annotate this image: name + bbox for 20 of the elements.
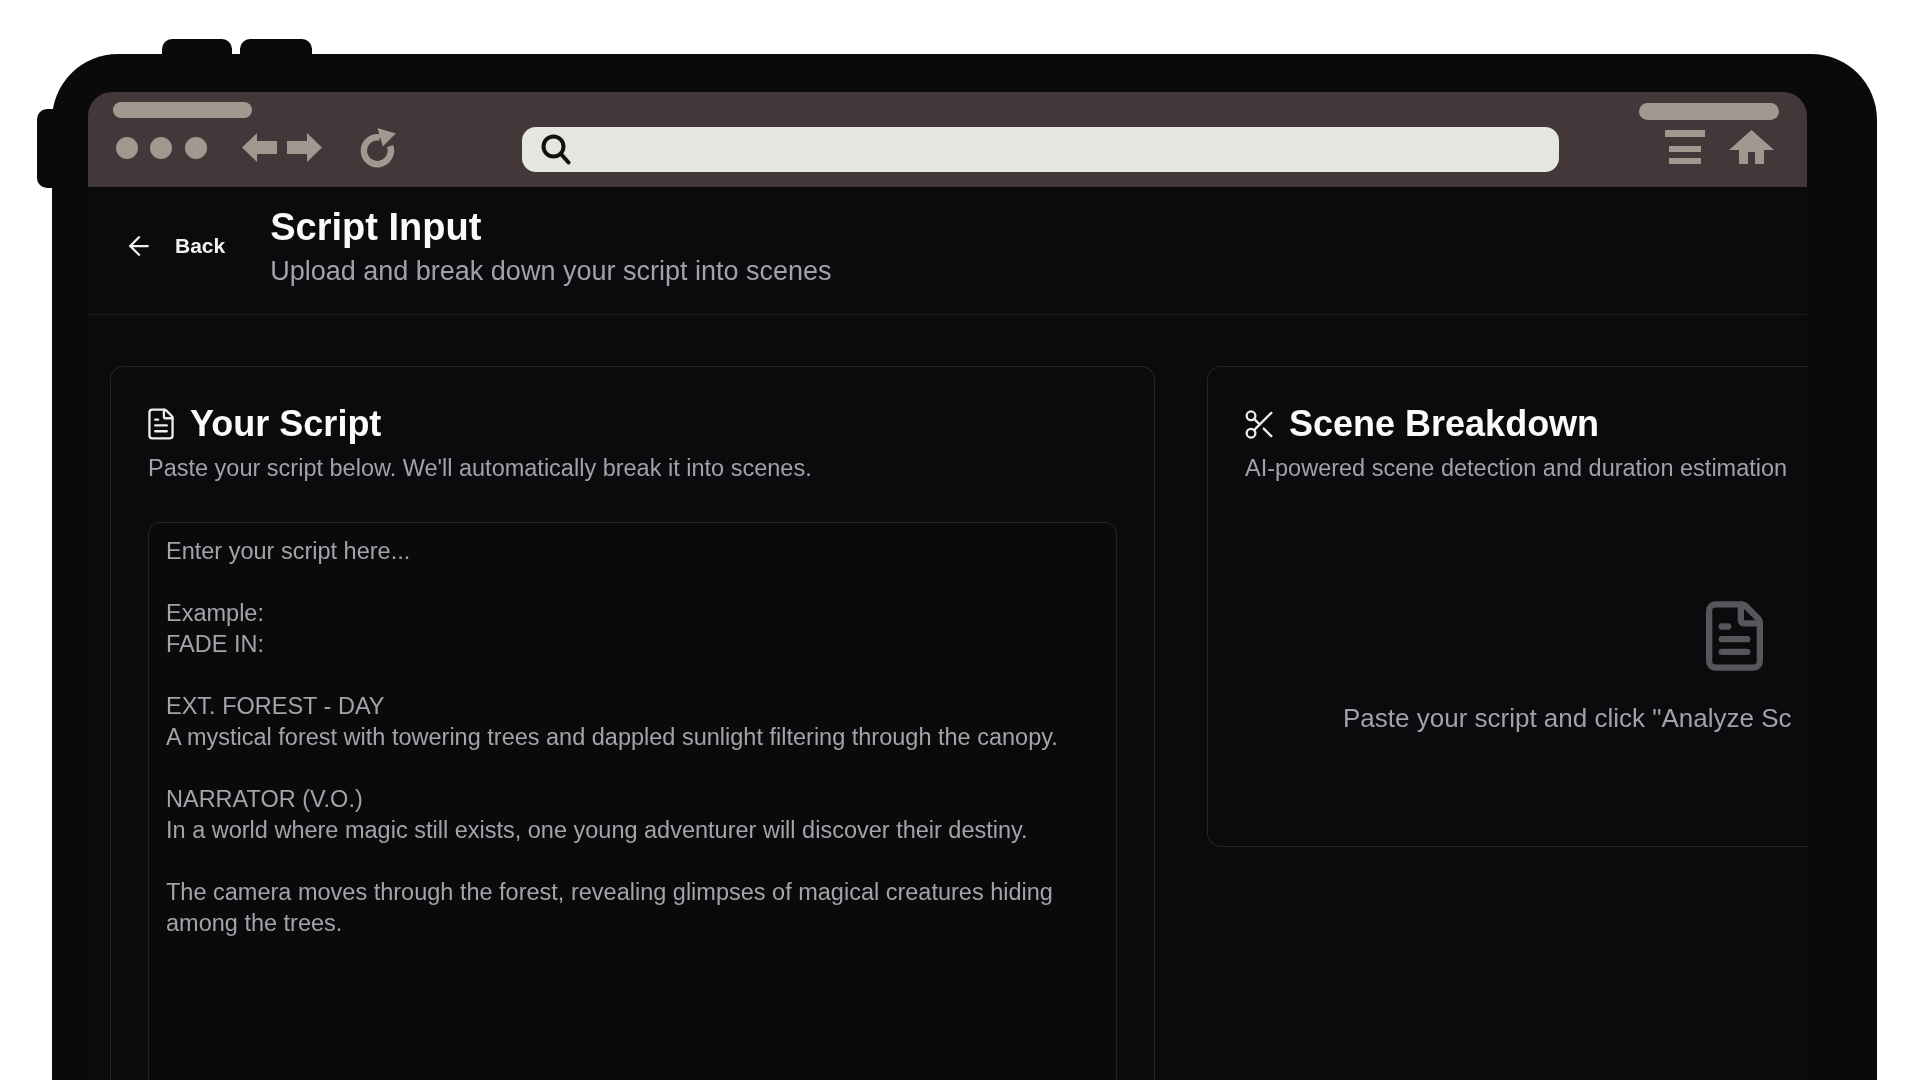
back-arrow-icon[interactable] — [242, 133, 277, 162]
menu-icon[interactable] — [1665, 129, 1705, 164]
back-button[interactable]: Back — [129, 233, 226, 258]
scissors-icon — [1245, 409, 1273, 439]
card-title: Scene Breakdown — [1289, 402, 1600, 446]
home-icon[interactable] — [1729, 129, 1774, 164]
script-text-area[interactable]: Enter your script here... Example: FADE IN: EXT. FOREST - DAY A mystical forest with towering trees and dappled sunlight filtering through the canopy. NARRATOR (V.O.) In a world where magic still exists, one young adventurer will discover their destiny. The camera moves through the forest, revealing glimpses of magical creatures hiding among the trees. — [148, 522, 1117, 1080]
card-title: Your Script — [190, 402, 382, 446]
forward-arrow-icon[interactable] — [287, 133, 322, 162]
card-description: AI-powered scene detection and duration estimation — [1245, 454, 1789, 482]
search-field[interactable] — [522, 127, 1559, 172]
window-dots-icon[interactable] — [116, 136, 207, 159]
document-icon — [148, 408, 174, 440]
search-icon — [541, 134, 571, 165]
empty-state-message: Paste your script and click "Analyze Sc — [1343, 703, 1792, 733]
page-subtitle: Upload and break down your script into scenes — [270, 256, 832, 286]
document-icon — [1706, 601, 1763, 671]
page-title: Script Input — [270, 205, 483, 249]
card-description: Paste your script below. We'll automatically break it into scenes. — [148, 454, 813, 482]
reload-icon[interactable] — [360, 127, 397, 168]
